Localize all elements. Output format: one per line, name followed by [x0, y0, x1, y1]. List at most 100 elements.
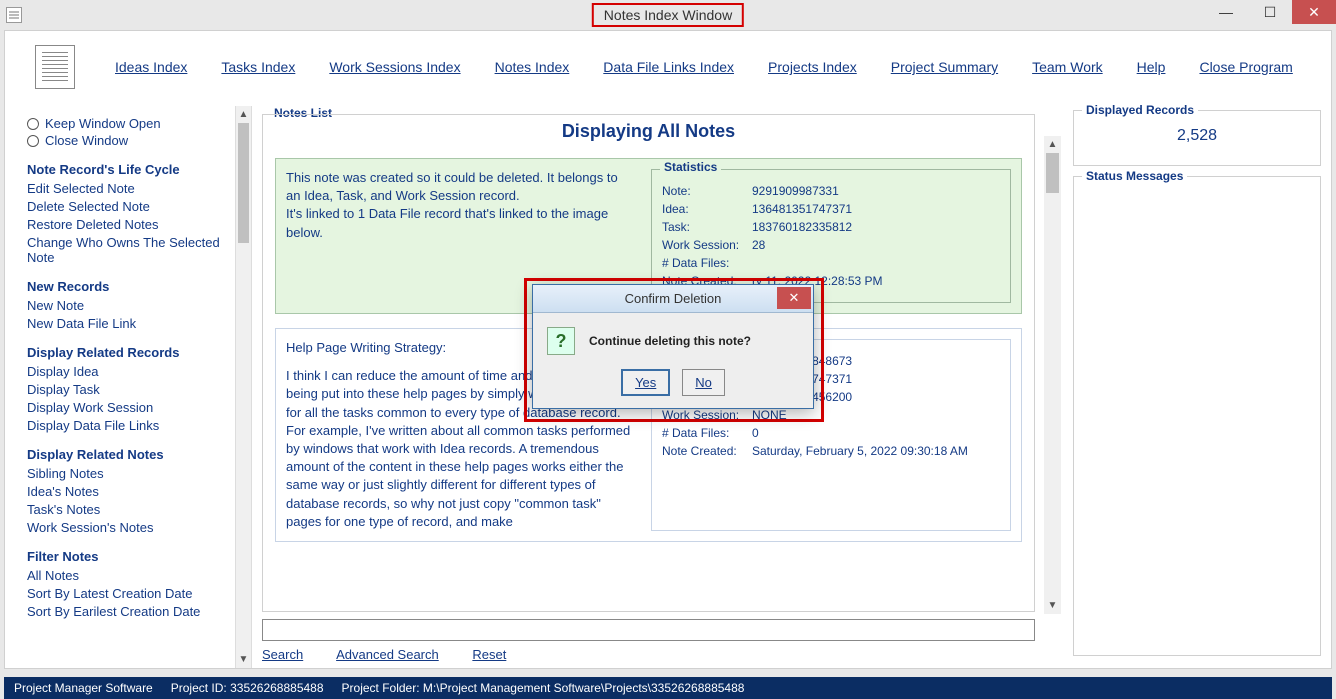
menu-projects-index[interactable]: Projects Index [768, 59, 857, 75]
status-label: Project Folder: [342, 681, 420, 695]
titlebar: Notes Index Window — ☐ ✕ [0, 0, 1336, 30]
sidebar-restore-deleted-notes[interactable]: Restore Deleted Notes [27, 217, 225, 232]
radio-label: Close Window [45, 133, 128, 148]
menu-project-summary[interactable]: Project Summary [891, 59, 998, 75]
radio-keep-window-open[interactable]: Keep Window Open [27, 116, 225, 131]
status-messages-legend: Status Messages [1082, 169, 1187, 183]
sidebar-heading: Display Related Records [27, 345, 225, 360]
stat-value: 28 [752, 238, 1000, 252]
stat-value: 0 [752, 426, 1000, 440]
dialog-title: Confirm Deletion ✕ [533, 285, 813, 313]
status-label: Project ID: [171, 681, 227, 695]
dialog-close-button[interactable]: ✕ [777, 287, 811, 309]
sidebar-heading: Display Related Notes [27, 447, 225, 462]
search-input[interactable] [262, 619, 1035, 641]
right-column: Displayed Records 2,528 Status Messages [1063, 106, 1331, 668]
scroll-thumb[interactable] [238, 123, 249, 243]
search-link[interactable]: Search [262, 647, 303, 662]
stat-key: Work Session: [662, 238, 752, 252]
sidebar-heading: New Records [27, 279, 225, 294]
status-project-folder: Project Folder: M:\Project Management So… [342, 681, 745, 695]
sidebar-edit-selected-note[interactable]: Edit Selected Note [27, 181, 225, 196]
window-close-button[interactable]: ✕ [1292, 0, 1336, 24]
sidebar-sort-latest[interactable]: Sort By Latest Creation Date [27, 586, 225, 601]
menu-notes-index[interactable]: Notes Index [495, 59, 570, 75]
scroll-up-icon[interactable]: ▲ [1044, 136, 1061, 153]
scroll-track[interactable] [1044, 193, 1061, 597]
reset-link[interactable]: Reset [472, 647, 506, 662]
status-bar: Project Manager Software Project ID: 335… [4, 677, 1332, 699]
stat-value: 9291909987331 [752, 184, 1000, 198]
menu-help[interactable]: Help [1137, 59, 1166, 75]
status-messages-panel: Status Messages [1073, 176, 1321, 656]
sidebar-new-note[interactable]: New Note [27, 298, 225, 313]
stat-value: 136481351747371 [752, 202, 1000, 216]
maximize-button[interactable]: ☐ [1248, 0, 1292, 24]
radio-icon [27, 135, 39, 147]
menubar: Ideas Index Tasks Index Work Sessions In… [115, 59, 1293, 75]
sidebar-sibling-notes[interactable]: Sibling Notes [27, 466, 225, 481]
status-project-id: Project ID: 33526268885488 [171, 681, 324, 695]
radio-icon [27, 118, 39, 130]
statistics-legend: Statistics [660, 160, 721, 174]
sidebar-display-data-file-links[interactable]: Display Data File Links [27, 418, 225, 433]
scroll-down-icon[interactable]: ▼ [1044, 597, 1061, 614]
status-value: 33526268885488 [230, 681, 323, 695]
sidebar-new-data-file-link[interactable]: New Data File Link [27, 316, 225, 331]
status-app-name: Project Manager Software [14, 681, 153, 695]
minimize-button[interactable]: — [1204, 0, 1248, 24]
search-bar: Search Advanced Search Reset [262, 619, 1035, 662]
stat-key: # Data Files: [662, 256, 752, 270]
scroll-thumb[interactable] [1046, 153, 1059, 193]
menu-tasks-index[interactable]: Tasks Index [221, 59, 295, 75]
sidebar-display-task[interactable]: Display Task [27, 382, 225, 397]
sidebar-change-owner[interactable]: Change Who Owns The Selected Note [27, 235, 225, 265]
stat-value [752, 256, 1000, 270]
sidebar-display-idea[interactable]: Display Idea [27, 364, 225, 379]
dialog-title-text: Confirm Deletion [625, 291, 722, 306]
app-icon [35, 45, 75, 89]
notes-scrollbar[interactable]: ▲ ▼ [1044, 136, 1061, 614]
sidebar-work-sessions-notes[interactable]: Work Session's Notes [27, 520, 225, 535]
notes-list-heading: Displaying All Notes [275, 121, 1022, 142]
confirm-deletion-dialog: Confirm Deletion ✕ ? Continue deleting t… [532, 284, 814, 409]
displayed-records-panel: Displayed Records 2,528 [1073, 110, 1321, 166]
sidebar-ideas-notes[interactable]: Idea's Notes [27, 484, 225, 499]
sidebar-heading: Filter Notes [27, 549, 225, 564]
scroll-track[interactable] [236, 243, 251, 651]
sidebar-display-work-session[interactable]: Display Work Session [27, 400, 225, 415]
window-title: Notes Index Window [592, 3, 744, 27]
sidebar-heading: Note Record's Life Cycle [27, 162, 225, 177]
displayed-records-legend: Displayed Records [1082, 103, 1198, 117]
displayed-records-value: 2,528 [1086, 121, 1308, 151]
document-icon [6, 7, 22, 23]
menu-ideas-index[interactable]: Ideas Index [115, 59, 187, 75]
stat-key: # Data Files: [662, 426, 752, 440]
menu-close-program[interactable]: Close Program [1199, 59, 1292, 75]
sidebar-tasks-notes[interactable]: Task's Notes [27, 502, 225, 517]
sidebar-all-notes[interactable]: All Notes [27, 568, 225, 583]
sidebar-scrollbar[interactable]: ▲ ▼ [235, 106, 252, 668]
menu-row: Ideas Index Tasks Index Work Sessions In… [5, 31, 1331, 103]
sidebar-sort-earliest[interactable]: Sort By Earilest Creation Date [27, 604, 225, 619]
menu-work-sessions-index[interactable]: Work Sessions Index [329, 59, 460, 75]
stat-value: Saturday, February 5, 2022 09:30:18 AM [752, 444, 1000, 458]
stat-key: Idea: [662, 202, 752, 216]
advanced-search-link[interactable]: Advanced Search [336, 647, 439, 662]
question-icon: ? [547, 327, 575, 355]
stat-value: 183760182335812 [752, 220, 1000, 234]
menu-data-file-links-index[interactable]: Data File Links Index [603, 59, 734, 75]
menu-team-work[interactable]: Team Work [1032, 59, 1103, 75]
stat-key: Note Created: [662, 444, 752, 458]
yes-button[interactable]: Yes [621, 369, 670, 396]
stat-key: Note: [662, 184, 752, 198]
sidebar: Keep Window Open Close Window Note Recor… [5, 106, 235, 668]
scroll-down-icon[interactable]: ▼ [236, 651, 251, 668]
status-value: M:\Project Management Software\Projects\… [423, 681, 745, 695]
scroll-up-icon[interactable]: ▲ [236, 106, 251, 123]
dialog-message: Continue deleting this note? [589, 334, 751, 348]
sidebar-delete-selected-note[interactable]: Delete Selected Note [27, 199, 225, 214]
radio-close-window[interactable]: Close Window [27, 133, 225, 148]
stat-key: Task: [662, 220, 752, 234]
no-button[interactable]: No [682, 369, 725, 396]
